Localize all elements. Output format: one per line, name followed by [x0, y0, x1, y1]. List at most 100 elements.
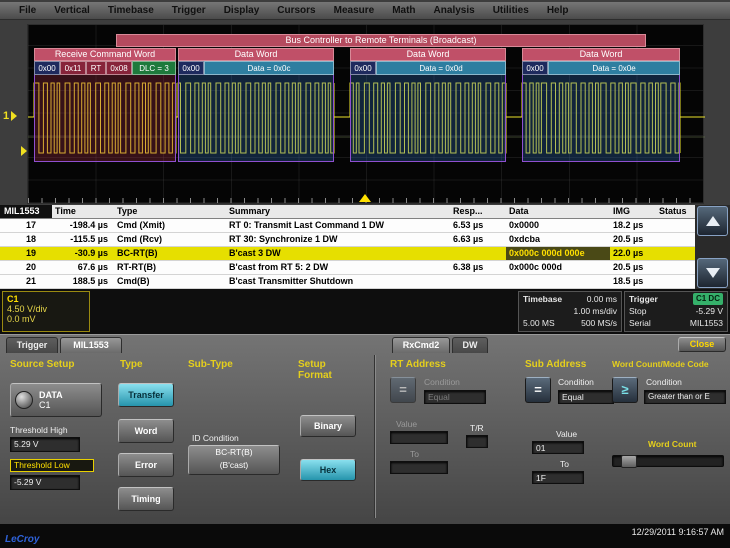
- trigger-setup-dialog: Trigger MIL1553 RxCmd2 DW Close Source S…: [0, 334, 730, 524]
- col-header-status[interactable]: Status: [656, 205, 695, 218]
- menu-item-utilities[interactable]: Utilities: [484, 5, 538, 16]
- tr-field[interactable]: [466, 435, 488, 448]
- source-setup-heading: Source Setup: [10, 359, 74, 370]
- arrow-up-icon: [706, 216, 720, 226]
- tab-dw[interactable]: DW: [452, 337, 488, 353]
- data-word-overlay: [350, 61, 506, 162]
- decode-group-data-word-3: Data Word 0x00 Data = 0x0e: [522, 48, 680, 162]
- menu-bar: File Vertical Timebase Trigger Display C…: [0, 2, 730, 20]
- format-binary-button[interactable]: Binary: [300, 415, 356, 437]
- waveform-grid: Bus Controller to Remote Terminals (Broa…: [27, 24, 704, 204]
- table-row[interactable]: 18 -115.5 µs Cmd (Rcv) RT 30: Synchroniz…: [0, 233, 695, 247]
- subtype-select-button[interactable]: BC-RT(B) (B'cast): [188, 445, 280, 475]
- type-word-button[interactable]: Word: [118, 419, 174, 443]
- cell-img: 20.5 µs: [610, 261, 656, 274]
- tab-mil1553[interactable]: MIL1553: [60, 337, 122, 353]
- bottom-strip: 12/29/2011 9:16:57 AM LeCroy: [0, 524, 730, 548]
- wc-condition-field[interactable]: Greater than or E: [644, 390, 726, 404]
- word-count-slider-thumb[interactable]: [621, 455, 637, 468]
- menu-item-math[interactable]: Math: [383, 5, 424, 16]
- decode-field: 0x00: [522, 61, 548, 75]
- data-word-overlay: [522, 61, 680, 162]
- menu-item-trigger[interactable]: Trigger: [163, 5, 215, 16]
- word-count-slider[interactable]: [612, 455, 724, 467]
- table-row[interactable]: 17 -198.4 µs Cmd (Xmit) RT 0: Transmit L…: [0, 219, 695, 233]
- col-header-type[interactable]: Type: [114, 205, 226, 218]
- source-data-button[interactable]: DATA C1: [10, 383, 102, 417]
- cell-status: [656, 261, 695, 274]
- col-header-img[interactable]: IMG: [610, 205, 656, 218]
- menu-item-timebase[interactable]: Timebase: [99, 5, 163, 16]
- menu-item-analysis[interactable]: Analysis: [425, 5, 484, 16]
- table-row[interactable]: 20 67.6 µs RT-RT(B) B'cast from RT 5: 2 …: [0, 261, 695, 275]
- sub-condition-field[interactable]: Equal: [558, 390, 614, 404]
- subtype-value-line2: (B'cast): [189, 459, 279, 472]
- col-header-data[interactable]: Data: [506, 205, 610, 218]
- threshold-low-field[interactable]: -5.29 V: [10, 475, 80, 490]
- threshold-low-label[interactable]: Threshold Low: [10, 459, 94, 472]
- cell-type: Cmd (Xmit): [114, 219, 226, 232]
- threshold-high-field[interactable]: 5.29 V: [10, 437, 80, 452]
- menu-item-cursors[interactable]: Cursors: [268, 5, 324, 16]
- sub-value-field[interactable]: 01: [532, 441, 584, 454]
- channel-c1-descriptor[interactable]: C1 4.50 V/div 0.0 mV: [2, 291, 90, 332]
- cell-type: Cmd(B): [114, 275, 226, 288]
- source-channel: C1: [39, 400, 63, 410]
- timebase-descriptor[interactable]: Timebase0.00 ms 1.00 ms/div 5.00 MS500 M…: [518, 291, 622, 332]
- row-index: 20: [0, 261, 52, 274]
- decode-group-data-word-1: Data Word 0x00 Data = 0x0c: [178, 48, 334, 162]
- tab-trigger[interactable]: Trigger: [6, 337, 58, 353]
- type-error-button[interactable]: Error: [118, 453, 174, 477]
- table-header-row: MIL1553 Time Type Summary Resp... Data I…: [0, 205, 695, 219]
- menu-item-measure[interactable]: Measure: [325, 5, 384, 16]
- cell-resp: [450, 247, 506, 260]
- trigger-type: Serial: [629, 317, 651, 329]
- trigger-position-marker[interactable]: [359, 194, 371, 202]
- type-transfer-button[interactable]: Transfer: [118, 383, 174, 407]
- rt-condition-op-button[interactable]: =: [390, 377, 416, 403]
- col-header-summary[interactable]: Summary: [226, 205, 450, 218]
- col-header-time[interactable]: Time: [52, 205, 114, 218]
- cell-status: [656, 219, 695, 232]
- decode-group-data-word-2: Data Word 0x00 Data = 0x0d: [350, 48, 506, 162]
- descriptor-strip: C1 4.50 V/div 0.0 mV Timebase0.00 ms 1.0…: [0, 289, 730, 334]
- row-index: 21: [0, 275, 52, 288]
- cell-resp: 6.38 µs: [450, 261, 506, 274]
- rt-condition-field[interactable]: Equal: [424, 390, 486, 404]
- channel-arrow-icon: [11, 111, 17, 121]
- trigger-source-badge: C1 DC: [693, 293, 723, 305]
- rt-condition-label: Condition: [424, 377, 460, 387]
- cell-time: -30.9 µs: [52, 247, 114, 260]
- scroll-down-button[interactable]: [697, 258, 728, 288]
- close-button[interactable]: Close: [678, 337, 726, 352]
- trigger-level-marker[interactable]: [21, 146, 27, 156]
- trigger-mode: Stop: [629, 305, 647, 317]
- menu-item-display[interactable]: Display: [215, 5, 269, 16]
- cell-summary: B'cast 3 DW: [226, 247, 450, 260]
- cell-resp: 6.53 µs: [450, 219, 506, 232]
- decode-field: Data = 0x0e: [548, 61, 680, 75]
- scroll-up-button[interactable]: [697, 206, 728, 236]
- cell-resp: 6.63 µs: [450, 233, 506, 246]
- sub-condition-op-button[interactable]: =: [525, 377, 551, 403]
- menu-item-vertical[interactable]: Vertical: [45, 5, 99, 16]
- wc-condition-op-button[interactable]: ≥: [612, 377, 638, 403]
- tab-rxcmd2[interactable]: RxCmd2: [392, 337, 450, 353]
- table-row[interactable]: 21 188.5 µs Cmd(B) B'cast Transmitter Sh…: [0, 275, 695, 289]
- trigger-descriptor[interactable]: TriggerC1 DC Stop-5.29 V SerialMIL1553: [624, 291, 728, 332]
- sub-condition-label: Condition: [558, 377, 594, 387]
- rt-to-field[interactable]: [390, 461, 448, 474]
- menu-item-file[interactable]: File: [10, 5, 45, 16]
- channel-1-marker[interactable]: 1: [3, 110, 17, 122]
- menu-item-help[interactable]: Help: [538, 5, 578, 16]
- row-index: 19: [0, 247, 52, 260]
- decode-field: DLC = 3: [132, 61, 176, 75]
- table-row-selected[interactable]: 19 -30.9 µs BC-RT(B) B'cast 3 DW 0x000c …: [0, 247, 695, 261]
- cell-type: RT-RT(B): [114, 261, 226, 274]
- format-hex-button[interactable]: Hex: [300, 459, 356, 481]
- type-timing-button[interactable]: Timing: [118, 487, 174, 511]
- channel-offset: 0.0 mV: [7, 314, 85, 324]
- sub-to-field[interactable]: 1F: [532, 471, 584, 484]
- col-header-resp[interactable]: Resp...: [450, 205, 506, 218]
- rt-value-field[interactable]: [390, 431, 448, 444]
